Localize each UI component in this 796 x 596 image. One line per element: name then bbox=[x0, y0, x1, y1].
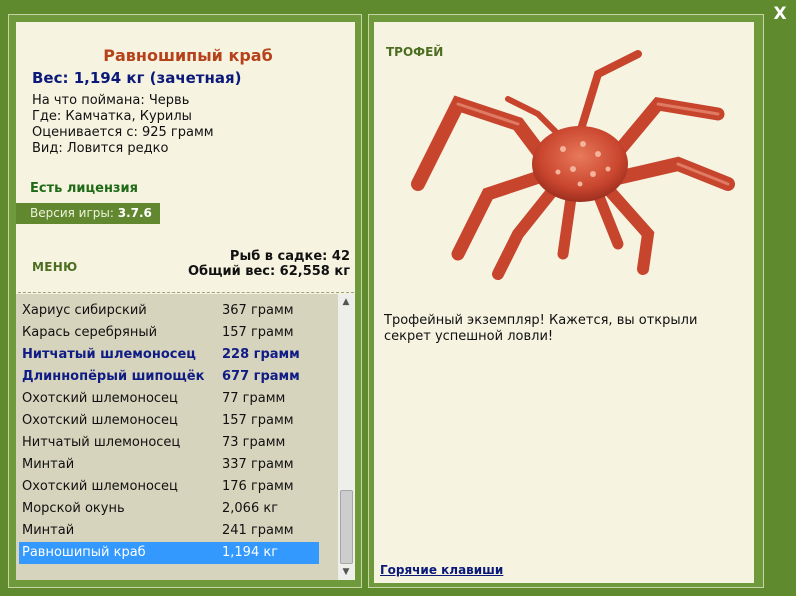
bait-info: На что поймана: Червь bbox=[32, 93, 190, 108]
fish-title: Равношипый краб bbox=[103, 46, 273, 65]
catch-fish-name: Охотский шлемоносец bbox=[22, 391, 178, 406]
location-info: Где: Камчатка, Курилы bbox=[32, 109, 192, 124]
catch-fish-name: Минтай bbox=[22, 457, 75, 472]
scroll-up-icon[interactable]: ▲ bbox=[338, 294, 354, 310]
menu-button[interactable]: МЕНЮ bbox=[32, 260, 77, 274]
catch-fish-name: Хариус сибирский bbox=[22, 303, 147, 318]
catch-fish-name: Морской окунь bbox=[22, 501, 125, 516]
catch-list-row[interactable]: Минтай 241 грамм bbox=[16, 520, 338, 542]
trophy-description: Трофейный экземпляр! Кажется, вы открыли… bbox=[384, 313, 698, 344]
divider bbox=[18, 292, 354, 293]
catch-list-row[interactable]: Нитчатый шлемоносец 228 грамм bbox=[16, 344, 338, 366]
catch-list-row[interactable]: Охотский шлемоносец 176 грамм bbox=[16, 476, 338, 498]
catch-list-row[interactable]: Нитчатый шлемоносец 73 грамм bbox=[16, 432, 338, 454]
catch-fish-name: Охотский шлемоносец bbox=[22, 479, 178, 494]
catch-fish-name: Нитчатый шлемоносец bbox=[22, 435, 181, 450]
catch-list-row[interactable]: Хариус сибирский 367 грамм bbox=[16, 300, 338, 322]
catch-fish-name: Нитчатый шлемоносец bbox=[22, 347, 196, 362]
catch-list[interactable]: Хариус сибирский 367 грамм Карась серебрян… bbox=[16, 294, 338, 580]
keepnet-total-weight: Общий вес: 62,558 кг bbox=[187, 264, 350, 279]
catch-list-row[interactable]: Охотский шлемоносец 157 грамм bbox=[16, 410, 338, 432]
catch-list-row[interactable]: Охотский шлемоносец 77 грамм bbox=[16, 388, 338, 410]
catch-fish-weight: 241 грамм bbox=[222, 523, 294, 538]
rarity-info: Вид: Ловится редко bbox=[32, 141, 169, 156]
version-number: 3.7.6 bbox=[117, 206, 152, 220]
catch-fish-name: Охотский шлемоносец bbox=[22, 413, 178, 428]
catch-fish-weight: 157 грамм bbox=[222, 325, 294, 340]
catch-list-row[interactable]: Морской окунь 2,066 кг bbox=[16, 498, 338, 520]
catch-fish-name: Минтай bbox=[22, 523, 75, 538]
catch-fish-weight: 1,194 кг bbox=[222, 545, 279, 560]
catch-fish-weight: 367 грамм bbox=[222, 303, 294, 318]
catch-fish-name: Равношипый краб bbox=[22, 545, 146, 560]
crab-image bbox=[411, 50, 735, 280]
fish-weight: Вес: 1,194 кг (зачетная) bbox=[32, 69, 242, 87]
catch-list-row[interactable]: Карась серебряный 157 грамм bbox=[16, 322, 338, 344]
catch-fish-weight: 677 грамм bbox=[222, 369, 300, 384]
close-icon[interactable]: X bbox=[770, 4, 790, 24]
catch-list-scrollbar[interactable]: ▲ ▼ bbox=[338, 294, 354, 580]
version-label: Версия игры: bbox=[30, 206, 114, 220]
catch-fish-weight: 2,066 кг bbox=[222, 501, 279, 516]
catch-fish-weight: 176 грамм bbox=[222, 479, 294, 494]
catch-fish-weight: 228 грамм bbox=[222, 347, 300, 362]
catch-list-row[interactable]: Длиннопёрый шипощёк 677 грамм bbox=[16, 366, 338, 388]
catch-fish-weight: 337 грамм bbox=[222, 457, 294, 472]
catch-fish-weight: 77 грамм bbox=[222, 391, 286, 406]
valued-info: Оценивается с: 925 грамм bbox=[32, 125, 214, 140]
license-status: Есть лицензия bbox=[30, 181, 138, 196]
catch-fish-weight: 157 грамм bbox=[222, 413, 294, 428]
hotkeys-link[interactable]: Горячие клавиши bbox=[380, 563, 503, 577]
version-badge: Версия игры: 3.7.6 bbox=[16, 203, 160, 224]
catch-fish-name: Длиннопёрый шипощёк bbox=[22, 369, 205, 384]
scroll-thumb[interactable] bbox=[340, 490, 353, 564]
catch-fish-name: Карась серебряный bbox=[22, 325, 158, 340]
scroll-down-icon[interactable]: ▼ bbox=[338, 564, 354, 580]
catch-list-row[interactable]: Минтай 337 грамм bbox=[16, 454, 338, 476]
keepnet-count: Рыб в садке: 42 bbox=[229, 249, 350, 264]
catch-list-row[interactable]: Равношипый краб 1,194 кг bbox=[19, 542, 319, 564]
catch-fish-weight: 73 грамм bbox=[222, 435, 286, 450]
